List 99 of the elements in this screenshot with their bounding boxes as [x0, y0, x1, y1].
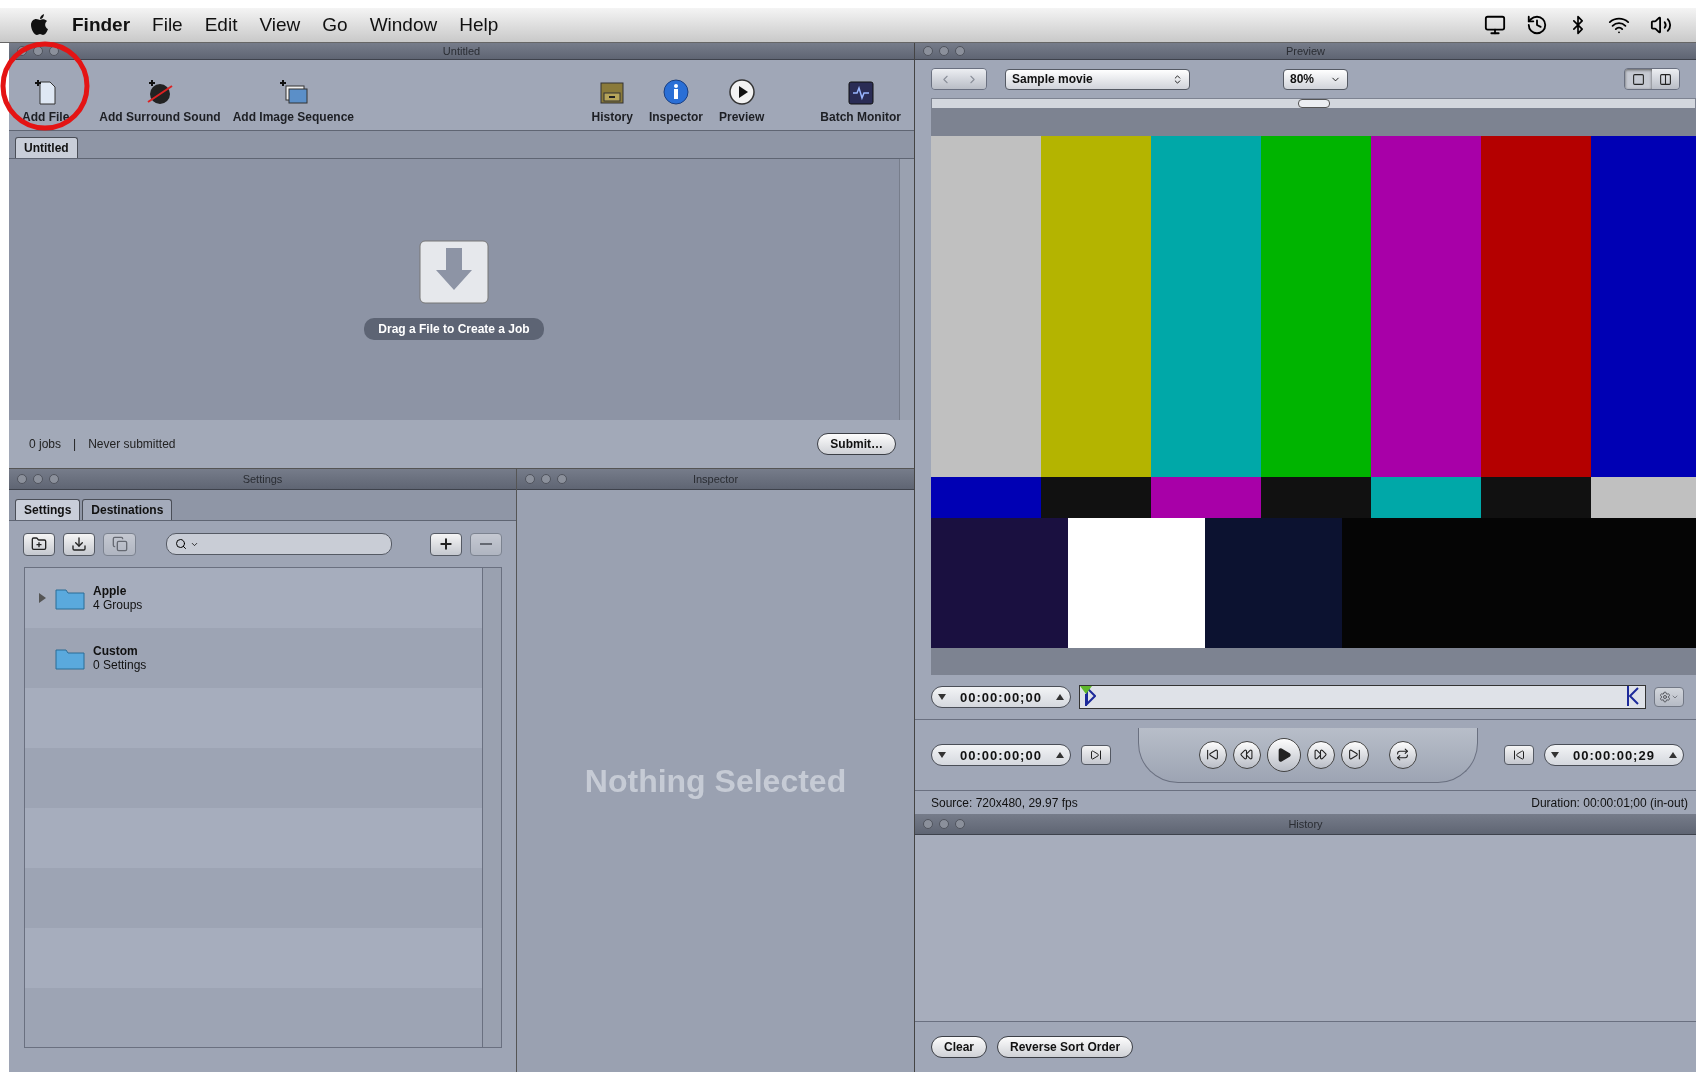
caret-icon [1671, 693, 1679, 701]
list-row[interactable]: Custom 0 Settings [25, 628, 482, 688]
go-to-end-button[interactable] [1340, 740, 1369, 769]
duration-info: Duration: 00:00:01;00 (in-out) [1531, 795, 1688, 810]
down-arrow-icon[interactable] [938, 694, 946, 700]
item-name[interactable]: Apple [93, 584, 143, 598]
rewind-button[interactable] [1232, 740, 1261, 769]
item-name[interactable]: Custom [93, 644, 147, 658]
menu-item[interactable]: Finder [72, 14, 131, 36]
icon-button[interactable] [429, 532, 462, 556]
timecode-field[interactable]: 00:00:00;00 [931, 744, 1071, 766]
toolbar-button[interactable]: Inspector [645, 78, 706, 124]
toolbar-button[interactable]: Add Image Sequence [229, 78, 358, 124]
timecode-field[interactable]: 00:00:00;29 [1544, 744, 1684, 766]
toolbar-button[interactable]: Batch Monitor [817, 80, 904, 124]
copy-icon [111, 536, 128, 552]
document-icon [32, 78, 59, 106]
loop-button[interactable] [1388, 740, 1417, 769]
loop-icon [1396, 748, 1409, 761]
fast-forward-button[interactable] [1306, 740, 1335, 769]
menu-item[interactable]: View [259, 14, 301, 36]
waveform-icon [846, 80, 875, 106]
clock-arrow-icon[interactable] [1526, 14, 1548, 36]
source-info: Source: 720x480, 29.97 fps [931, 795, 1078, 810]
job-count: 0 jobs [29, 437, 62, 451]
submission-status: Never submitted [88, 437, 176, 451]
play-button[interactable] [1266, 737, 1301, 772]
menu-item[interactable]: Window [369, 14, 438, 36]
scroll-thumb[interactable] [1297, 99, 1330, 108]
plus-icon [437, 536, 454, 552]
menu-item[interactable]: Go [322, 14, 348, 36]
info-icon [661, 78, 690, 106]
list-row[interactable]: Apple 4 Groups [25, 568, 482, 628]
disclosure-triangle-icon[interactable] [37, 593, 47, 603]
skip-forward-icon [1348, 748, 1361, 761]
separator: | [73, 437, 77, 451]
image-stack-icon [278, 78, 309, 106]
icon-button[interactable] [63, 532, 96, 556]
menu-item[interactable]: Edit [204, 14, 238, 36]
apple-icon[interactable] [30, 14, 50, 36]
drop-hint: Drag a File to Create a Job [364, 317, 544, 340]
menu-item[interactable]: Help [459, 14, 499, 36]
play-icon [727, 78, 756, 106]
drawer-icon [598, 80, 627, 106]
folder-plus-icon [31, 536, 48, 552]
volume-icon[interactable] [1650, 14, 1672, 36]
fast-forward-icon [1314, 748, 1327, 761]
search-icon [174, 538, 187, 550]
source-popup[interactable]: Sample movie [1005, 68, 1190, 90]
mark-in-button[interactable] [1081, 745, 1111, 765]
gear-menu-button[interactable] [1654, 687, 1684, 707]
view-mode-button[interactable] [1625, 69, 1652, 89]
panel-title: Inspector [692, 473, 739, 485]
menu-item[interactable]: File [152, 14, 183, 36]
minus-icon [479, 543, 492, 545]
single-view-icon [1632, 72, 1645, 86]
panel-title: Settings [242, 473, 283, 485]
out-point-marker[interactable] [1627, 686, 1639, 706]
zoom-popup[interactable]: 80% [1283, 68, 1348, 90]
submit-button[interactable]: Submit… [817, 433, 896, 455]
toolbar-button[interactable]: Preview [715, 78, 768, 124]
item-detail: 0 Settings [93, 658, 147, 672]
tab[interactable]: Settings [15, 499, 81, 520]
updown-icon [1172, 73, 1183, 85]
toolbar-button[interactable]: History [588, 80, 636, 124]
folder-icon [55, 646, 85, 670]
split-view-icon [1659, 72, 1672, 86]
item-detail: 4 Groups [93, 598, 143, 612]
tab[interactable]: Untitled [15, 137, 78, 158]
icon-button[interactable] [23, 532, 56, 556]
rewind-icon [1240, 748, 1253, 761]
down-arrow-icon[interactable] [1551, 752, 1559, 758]
action-button[interactable]: Clear [931, 1036, 988, 1058]
window-title: Preview [1285, 45, 1326, 57]
tab[interactable]: Destinations [82, 499, 173, 520]
view-mode-button[interactable] [1652, 69, 1679, 89]
folder-icon [55, 586, 85, 610]
download-icon [71, 536, 88, 552]
up-arrow-icon[interactable] [1056, 694, 1064, 700]
toolbar-button[interactable]: Add Surround Sound [96, 78, 224, 124]
mark-out-button[interactable] [1504, 745, 1534, 765]
panel-title: History [1288, 818, 1323, 830]
window-title: Untitled [442, 45, 481, 57]
skip-back-icon [1206, 748, 1219, 761]
timeline-track[interactable] [1079, 685, 1646, 709]
skip-back-icon [1513, 749, 1525, 761]
timecode-field[interactable]: 00:00:00;00 [931, 686, 1071, 708]
gear-icon [1659, 691, 1671, 703]
go-to-start-button[interactable] [1198, 740, 1227, 769]
action-button[interactable]: Reverse Sort Order [997, 1036, 1134, 1058]
down-arrow-icon[interactable] [938, 752, 946, 758]
skip-forward-icon [1090, 749, 1102, 761]
display-icon[interactable] [1484, 14, 1506, 36]
speaker-icon [145, 78, 175, 106]
in-point-marker[interactable] [1086, 686, 1096, 706]
up-arrow-icon[interactable] [1669, 752, 1677, 758]
search-field[interactable] [165, 533, 392, 555]
playhead[interactable] [1080, 686, 1092, 706]
up-arrow-icon[interactable] [1056, 752, 1064, 758]
